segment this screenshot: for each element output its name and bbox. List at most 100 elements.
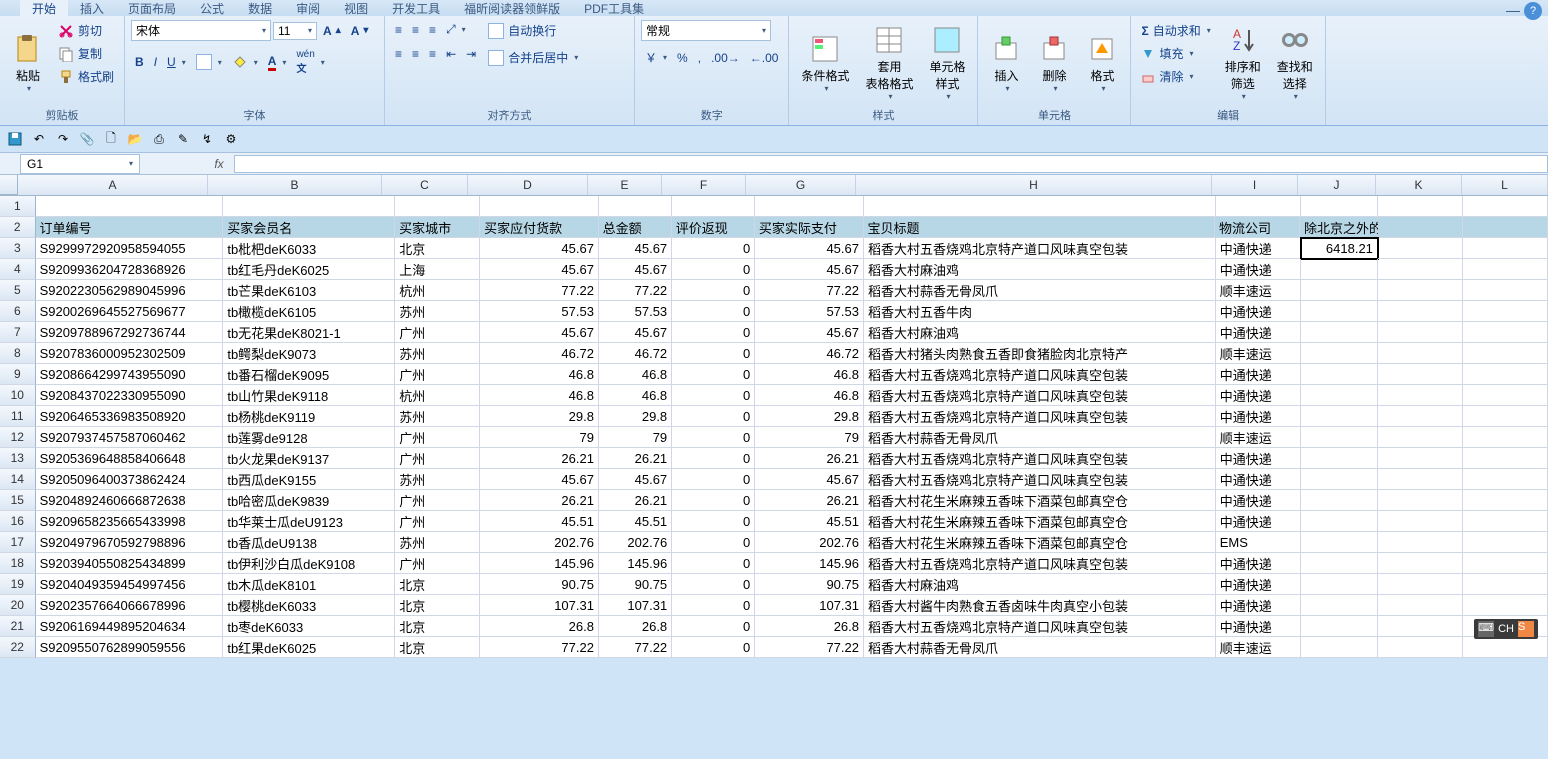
cell[interactable]: 46.8 bbox=[599, 385, 672, 406]
row-header-17[interactable]: 17 bbox=[0, 532, 36, 553]
redo-button[interactable]: ↷ bbox=[54, 130, 72, 148]
cell[interactable]: 90.75 bbox=[480, 574, 599, 595]
cell[interactable]: S9209936204728368926 bbox=[36, 259, 224, 280]
cell[interactable]: 北京 bbox=[395, 595, 480, 616]
cell[interactable]: 26.8 bbox=[755, 616, 864, 637]
cell[interactable]: 77.22 bbox=[599, 637, 672, 658]
cell[interactable]: 中通快递 bbox=[1216, 616, 1301, 637]
cell[interactable] bbox=[1301, 364, 1378, 385]
find-select-button[interactable]: 查找和 选择▾ bbox=[1271, 20, 1319, 105]
cell[interactable]: 45.51 bbox=[480, 511, 599, 532]
col-header-B[interactable]: B bbox=[208, 175, 382, 195]
col-header-K[interactable]: K bbox=[1376, 175, 1462, 195]
cell[interactable] bbox=[1301, 301, 1378, 322]
ribbon-minimize-icon[interactable]: — bbox=[1506, 2, 1520, 18]
cell[interactable]: 稻香大村五香烧鸡北京特产道口风味真空包装 bbox=[864, 238, 1216, 259]
cell[interactable]: 0 bbox=[672, 490, 755, 511]
col-header-F[interactable]: F bbox=[662, 175, 746, 195]
cell[interactable]: tb杨桃deK9119 bbox=[223, 406, 395, 427]
cell[interactable]: 苏州 bbox=[395, 343, 480, 364]
cell[interactable]: 买家会员名 bbox=[223, 217, 395, 238]
underline-button[interactable]: U▾ bbox=[163, 53, 190, 71]
qat-btn-3[interactable]: ↯ bbox=[198, 130, 216, 148]
clear-button[interactable]: 清除▾ bbox=[1137, 66, 1214, 87]
cell[interactable]: 苏州 bbox=[395, 532, 480, 553]
font-shrink-button[interactable]: A▾ bbox=[347, 22, 373, 40]
col-header-H[interactable]: H bbox=[856, 175, 1212, 195]
cell[interactable]: 77.22 bbox=[480, 637, 599, 658]
cell[interactable]: 26.21 bbox=[599, 448, 672, 469]
cell[interactable]: 中通快递 bbox=[1216, 385, 1301, 406]
align-middle-button[interactable]: ≡ bbox=[408, 21, 423, 39]
font-color-button[interactable]: A▾ bbox=[264, 52, 291, 73]
cell[interactable] bbox=[1463, 301, 1548, 322]
qat-btn-1[interactable]: ⎙ bbox=[150, 130, 168, 148]
col-header-J[interactable]: J bbox=[1298, 175, 1376, 195]
cell[interactable]: 45.51 bbox=[599, 511, 672, 532]
cell[interactable] bbox=[1463, 385, 1548, 406]
cell[interactable] bbox=[1301, 406, 1378, 427]
cell[interactable]: tb鳄梨deK9073 bbox=[223, 343, 395, 364]
cell[interactable] bbox=[223, 196, 395, 217]
qat-btn-4[interactable]: ⚙ bbox=[222, 130, 240, 148]
cell[interactable]: 广州 bbox=[395, 364, 480, 385]
cell[interactable]: 26.8 bbox=[599, 616, 672, 637]
percent-button[interactable]: % bbox=[673, 49, 692, 67]
cell[interactable]: 26.21 bbox=[480, 448, 599, 469]
cell[interactable] bbox=[1463, 448, 1548, 469]
cell[interactable]: 0 bbox=[672, 595, 755, 616]
row-header-22[interactable]: 22 bbox=[0, 637, 36, 658]
cell[interactable]: 26.21 bbox=[755, 448, 864, 469]
cell[interactable]: S9208664299743955090 bbox=[36, 364, 224, 385]
formula-input[interactable] bbox=[234, 155, 1548, 173]
cell[interactable]: 北京 bbox=[395, 574, 480, 595]
row-header-10[interactable]: 10 bbox=[0, 385, 36, 406]
fill-color-button[interactable]: ▾ bbox=[228, 52, 262, 72]
cell[interactable]: 广州 bbox=[395, 553, 480, 574]
cell[interactable] bbox=[1463, 532, 1548, 553]
cell[interactable] bbox=[1378, 301, 1463, 322]
cell[interactable] bbox=[1301, 574, 1378, 595]
cell[interactable] bbox=[599, 196, 672, 217]
border-button[interactable]: ▾ bbox=[192, 52, 226, 72]
cell[interactable]: 29.8 bbox=[480, 406, 599, 427]
cell[interactable]: 6418.21 bbox=[1301, 238, 1378, 259]
cell[interactable]: 苏州 bbox=[395, 301, 480, 322]
cell[interactable]: tb华莱士瓜deU9123 bbox=[223, 511, 395, 532]
cell[interactable]: 0 bbox=[672, 238, 755, 259]
cell[interactable] bbox=[1378, 385, 1463, 406]
cell[interactable] bbox=[864, 196, 1216, 217]
cell[interactable]: tb橄榄deK6105 bbox=[223, 301, 395, 322]
cell[interactable]: tb伊利沙白瓜deK9108 bbox=[223, 553, 395, 574]
cell[interactable] bbox=[1301, 532, 1378, 553]
cell[interactable]: 稻香大村麻油鸡 bbox=[864, 574, 1216, 595]
cell[interactable]: 0 bbox=[672, 511, 755, 532]
cell[interactable]: 中通快递 bbox=[1216, 595, 1301, 616]
cell[interactable]: tb芒果deK6103 bbox=[223, 280, 395, 301]
cell[interactable] bbox=[1463, 595, 1548, 616]
cell[interactable]: tb莲雾de9128 bbox=[223, 427, 395, 448]
cell[interactable] bbox=[1378, 343, 1463, 364]
cell[interactable]: 北京 bbox=[395, 637, 480, 658]
row-header-21[interactable]: 21 bbox=[0, 616, 36, 637]
cell[interactable]: 26.8 bbox=[480, 616, 599, 637]
cell[interactable]: S9202230562989045996 bbox=[36, 280, 224, 301]
cell[interactable]: 广州 bbox=[395, 448, 480, 469]
cell[interactable]: 杭州 bbox=[395, 280, 480, 301]
cell[interactable] bbox=[1301, 469, 1378, 490]
cell[interactable] bbox=[1378, 322, 1463, 343]
cell[interactable] bbox=[1301, 280, 1378, 301]
cell[interactable] bbox=[1301, 427, 1378, 448]
cell[interactable]: 稻香大村猪头肉熟食五香即食猪脸肉北京特产 bbox=[864, 343, 1216, 364]
cell[interactable]: 202.76 bbox=[755, 532, 864, 553]
cell[interactable]: 77.22 bbox=[599, 280, 672, 301]
cell[interactable]: 0 bbox=[672, 259, 755, 280]
orientation-button[interactable]: ⤢▾ bbox=[442, 20, 470, 39]
cell[interactable]: 26.21 bbox=[755, 490, 864, 511]
cell[interactable]: 苏州 bbox=[395, 469, 480, 490]
cell[interactable]: 79 bbox=[599, 427, 672, 448]
cell[interactable]: 57.53 bbox=[755, 301, 864, 322]
cell[interactable]: 45.67 bbox=[599, 322, 672, 343]
currency-button[interactable]: ￥▾ bbox=[641, 47, 671, 68]
cell[interactable]: 0 bbox=[672, 406, 755, 427]
